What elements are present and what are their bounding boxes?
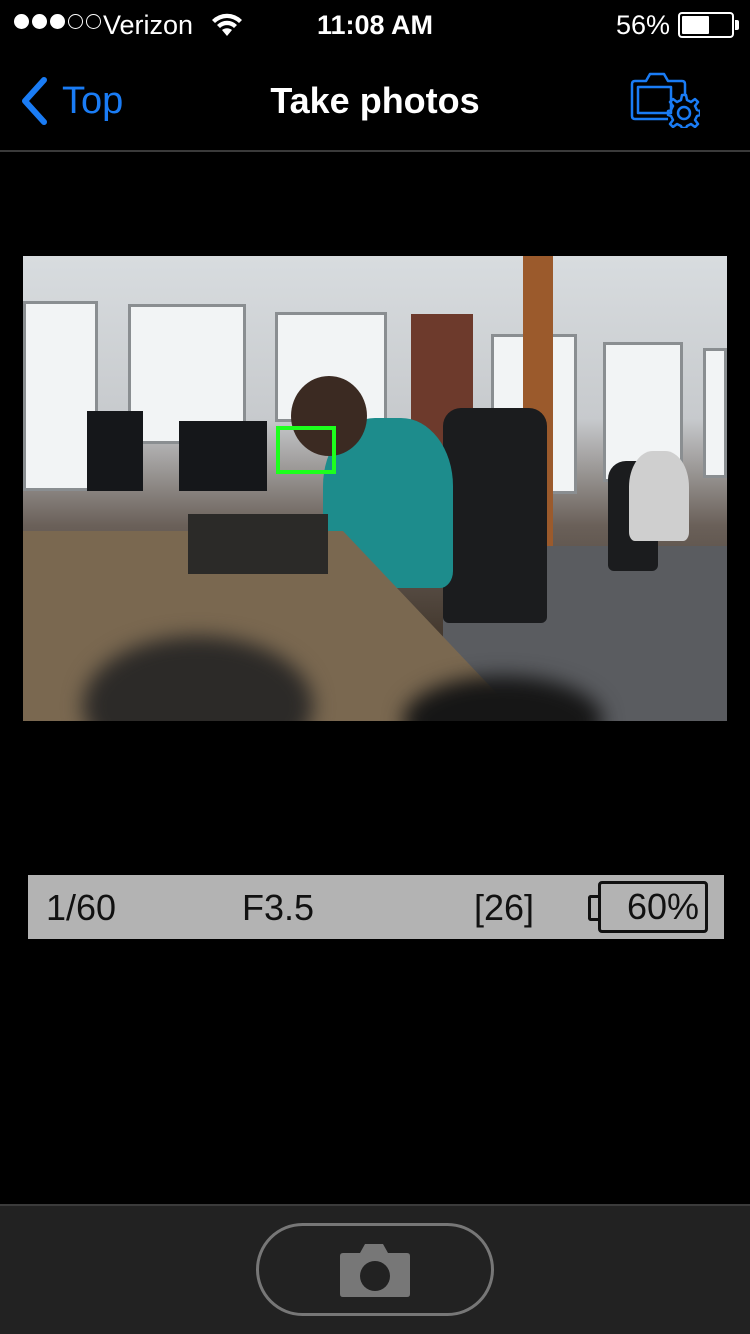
camera-icon <box>340 1243 410 1297</box>
desk-box <box>188 514 328 574</box>
camera-battery-icon: 60% <box>598 881 708 933</box>
navigation-bar: Top Take photos <box>0 50 750 152</box>
bottom-toolbar <box>0 1204 750 1334</box>
battery-tip <box>735 20 739 30</box>
focus-frame <box>276 426 336 474</box>
status-bar: Verizon 11:08 AM 56% <box>0 0 750 50</box>
battery-percent: 56% <box>615 10 670 40</box>
person <box>629 451 689 541</box>
battery-icon <box>678 12 734 38</box>
monitor <box>87 411 143 491</box>
office-window <box>703 348 727 478</box>
monitor <box>179 421 267 491</box>
camera-info-bar: 1/60 F3.5 [26] 60% <box>28 875 724 939</box>
shutter-speed: 1/60 <box>46 887 117 928</box>
live-view-image[interactable] <box>23 256 727 721</box>
remaining-shots: [26] <box>474 887 535 928</box>
office-chair <box>443 408 547 623</box>
shutter-button[interactable] <box>256 1223 494 1316</box>
aperture-value: F3.5 <box>242 887 315 928</box>
camera-settings-icon[interactable] <box>628 70 700 128</box>
camera-battery-label: 60% <box>626 886 699 927</box>
